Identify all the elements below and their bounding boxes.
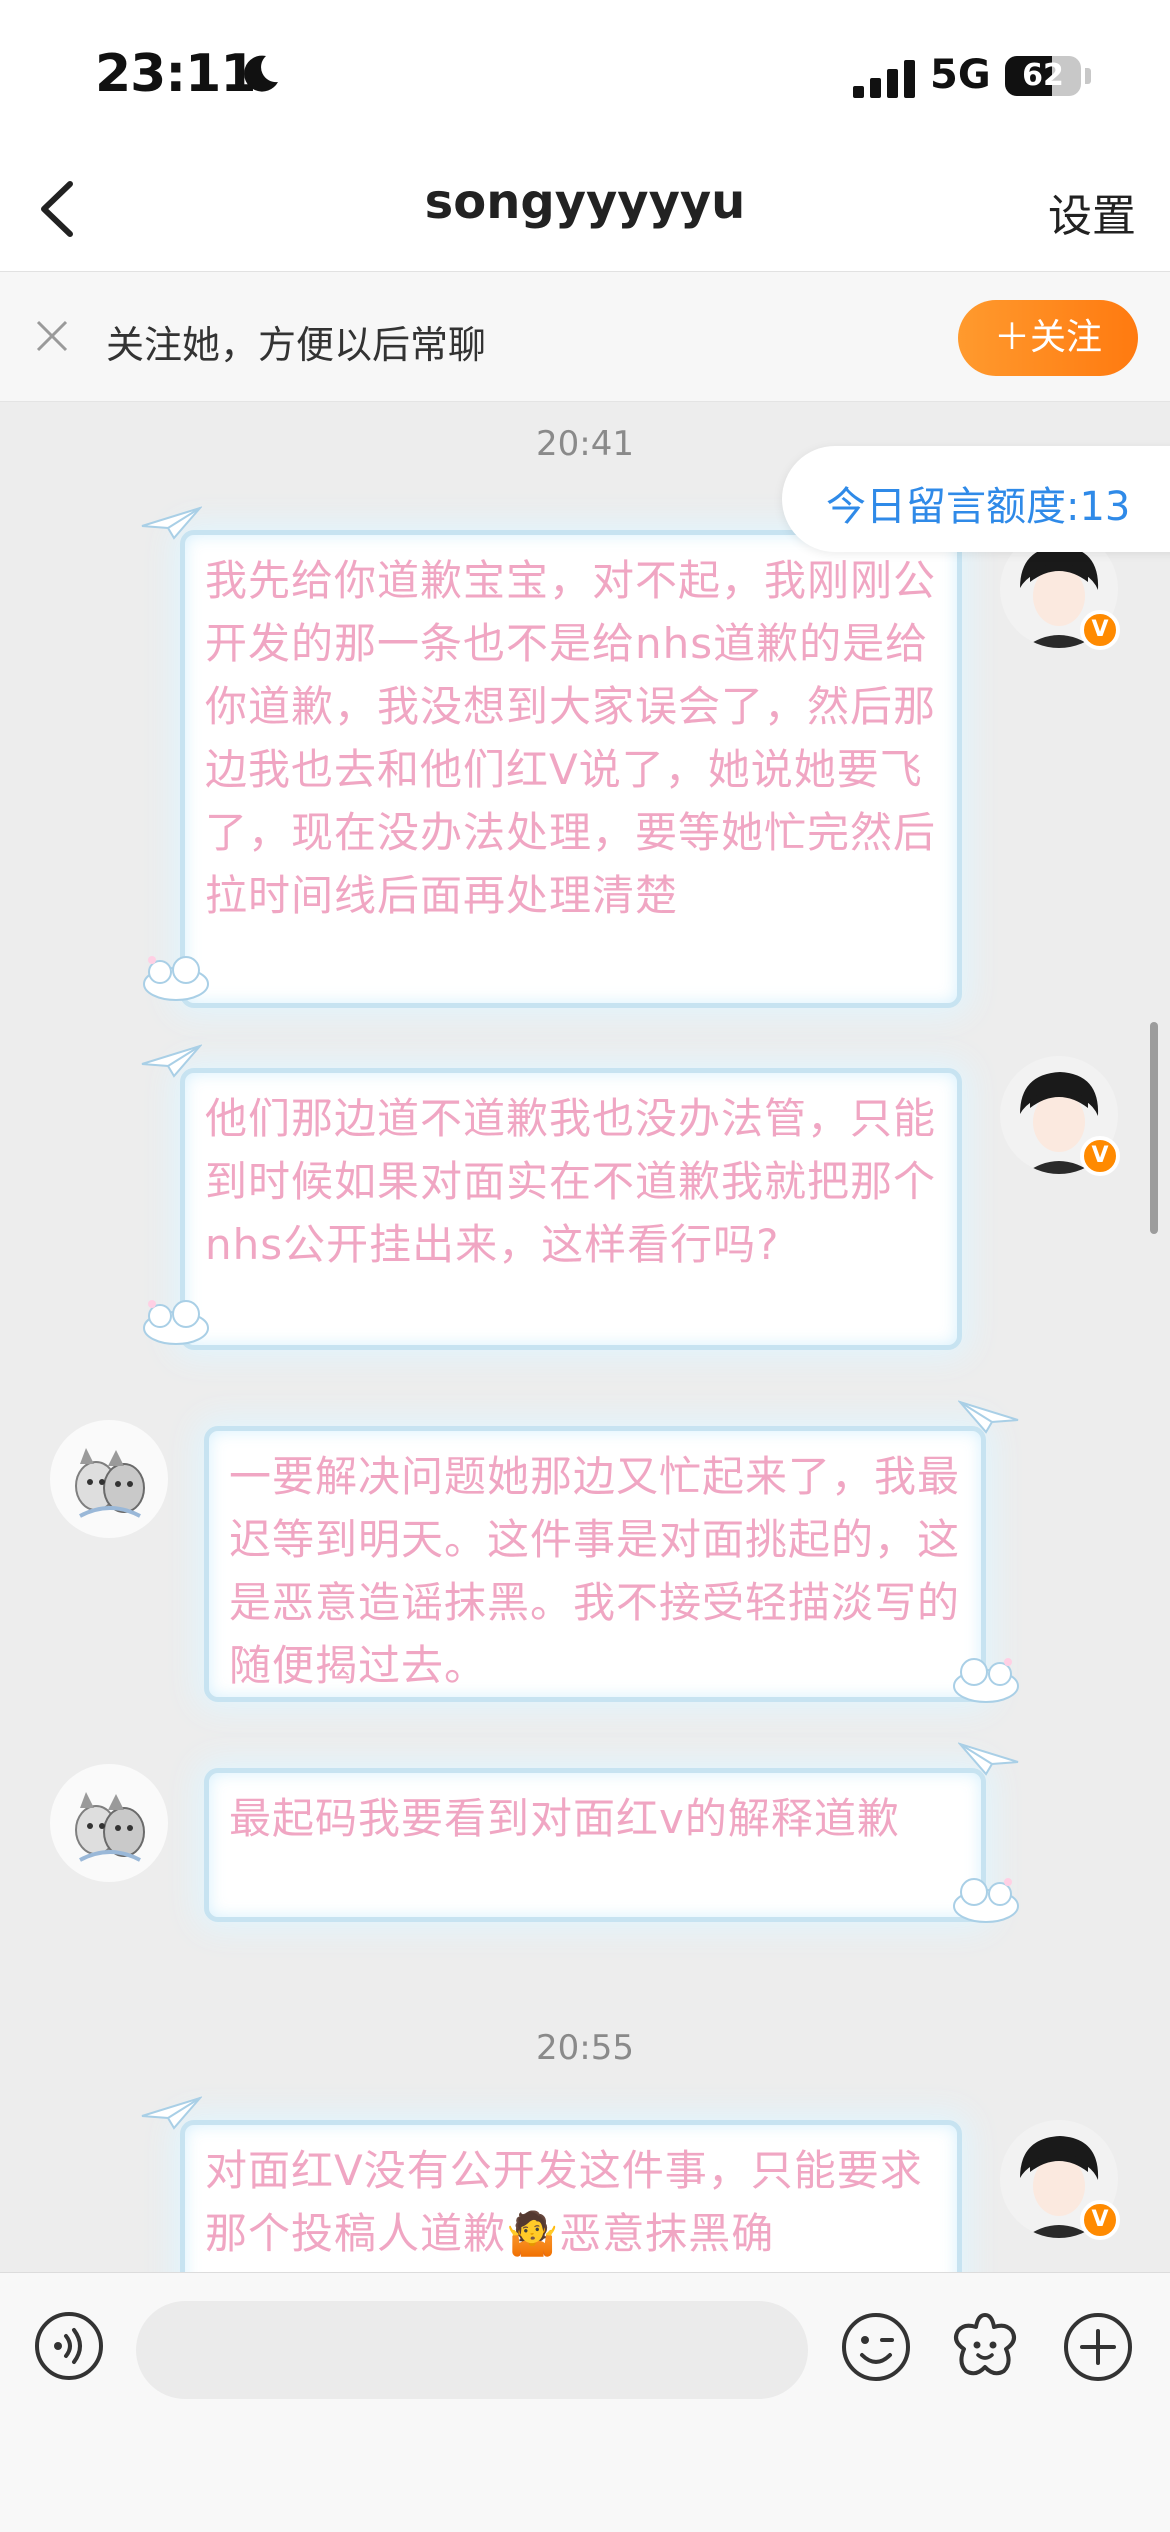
battery-tip <box>1085 68 1091 84</box>
message-bubble[interactable]: 一要解决问题她那边又忙起来了，我最迟等到明天。这件事是对面挑起的，这是恶意造谣抹… <box>204 1426 986 1702</box>
nav-bar: songyyyyyu 设置 <box>0 150 1170 272</box>
message-quota-label: 今日留言额度:13 <box>826 484 1131 530</box>
network-label: 5G <box>930 52 991 98</box>
status-bar: 23:11 5G 62 <box>0 0 1170 150</box>
message-text: 我先给你道歉宝宝，对不起，我刚刚公开发的那一条也不是给nhs道歉的是给你道歉，我… <box>205 556 937 920</box>
follow-button[interactable]: ＋关注 <box>958 300 1138 376</box>
avatar[interactable]: V <box>1000 2120 1120 2240</box>
verified-badge-icon: V <box>1080 1136 1120 1176</box>
message-bubble[interactable]: 他们那边道不道歉我也没办法管，只能到时候如果对面实在不道歉我就把那个nhs公开挂… <box>180 1068 962 1350</box>
message-text: 他们那边道不道歉我也没办法管，只能到时候如果对面实在不道歉我就把那个nhs公开挂… <box>205 1094 937 1269</box>
sticker-icon[interactable] <box>948 2309 1022 2383</box>
message-text: 一要解决问题她那边又忙起来了，我最迟等到明天。这件事是对面挑起的，这是恶意造谣抹… <box>229 1452 961 1690</box>
avatar[interactable]: V <box>1000 1056 1120 1176</box>
bunny-cloud-icon <box>143 1300 209 1345</box>
signal-icon <box>853 60 915 98</box>
close-icon[interactable] <box>34 318 70 354</box>
message-bubble[interactable]: 最起码我要看到对面红v的解释道歉 <box>204 1768 986 1922</box>
battery-icon: 62 <box>1005 56 1081 96</box>
chat-area[interactable]: 20:41 我先给你道歉宝宝，对不起，我刚刚公开发的那一条也不是给nhs道歉的是… <box>0 402 1170 2272</box>
paper-plane-icon <box>141 1044 202 1078</box>
input-bar <box>0 2272 1170 2532</box>
bunny-cloud-icon <box>143 956 209 1001</box>
verified-badge-icon: V <box>1080 610 1120 650</box>
message-text: 最起码我要看到对面红v的解释道歉 <box>229 1794 900 1843</box>
page-title: songyyyyyu <box>424 174 746 230</box>
avatar[interactable] <box>50 1764 168 1882</box>
scrollbar[interactable] <box>1150 1022 1158 1234</box>
avatar-image <box>50 1764 168 1882</box>
message-input[interactable] <box>136 2301 808 2399</box>
avatar[interactable] <box>50 1420 168 1538</box>
voice-icon[interactable] <box>34 2311 104 2381</box>
battery-level: 62 <box>1022 58 1064 93</box>
moon-icon <box>244 55 278 92</box>
avatar-image <box>50 1420 168 1538</box>
timestamp: 20:55 <box>536 2028 634 2068</box>
bunny-cloud-icon <box>953 1658 1019 1703</box>
message-bubble[interactable]: 对面红V没有公开发这件事，只能要求那个投稿人道歉🤷恶意抹黑确 <box>180 2120 962 2272</box>
plus-icon[interactable] <box>1062 2311 1134 2383</box>
paper-plane-icon <box>141 2096 202 2130</box>
bunny-cloud-icon <box>953 1878 1019 1923</box>
paper-plane-icon <box>958 1742 1019 1776</box>
follow-banner: 关注她，方便以后常聊 ＋关注 <box>0 272 1170 402</box>
message-bubble[interactable]: 我先给你道歉宝宝，对不起，我刚刚公开发的那一条也不是给nhs道歉的是给你道歉，我… <box>180 530 962 1008</box>
status-time: 23:11 <box>95 44 257 104</box>
message-quota-badge: 今日留言额度:13 <box>782 446 1170 552</box>
emoji-icon[interactable] <box>840 2311 912 2383</box>
paper-plane-icon <box>958 1400 1019 1434</box>
message-text: 对面红V没有公开发这件事，只能要求那个投稿人道歉🤷恶意抹黑确 <box>205 2146 923 2258</box>
follow-banner-text: 关注她，方便以后常聊 <box>106 323 487 367</box>
paper-plane-icon <box>141 506 202 540</box>
verified-badge-icon: V <box>1080 2200 1120 2240</box>
settings-button[interactable]: 设置 <box>1048 180 1136 244</box>
